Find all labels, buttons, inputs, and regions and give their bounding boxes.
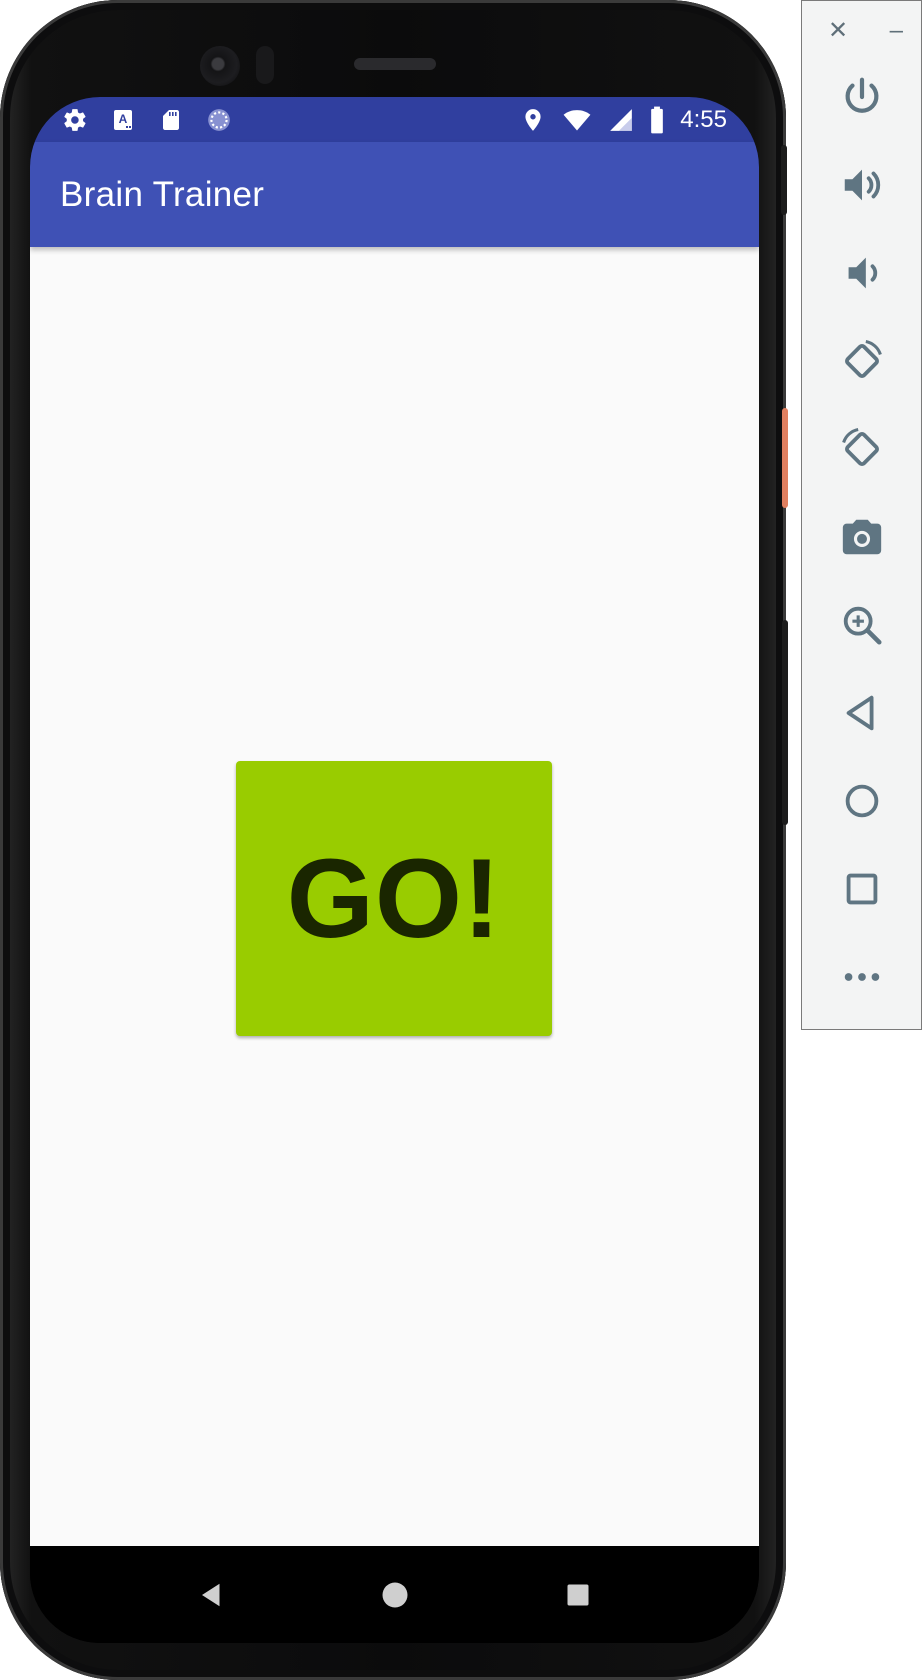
rotate-right-icon (841, 427, 879, 466)
status-left-icons: A (62, 107, 232, 133)
emulator-overview-button[interactable] (802, 859, 921, 919)
screenshot-button[interactable] (802, 507, 921, 567)
wifi-icon (560, 107, 594, 133)
emulator-more-button[interactable] (802, 947, 921, 1007)
home-icon (845, 784, 878, 818)
emulator-toolbar: ✕ – (801, 0, 922, 1030)
app-bar: Brain Trainer (30, 142, 759, 247)
keyboard-a-icon: A (110, 107, 136, 133)
volume-up-button[interactable] (802, 155, 921, 215)
phone-power-button (782, 408, 788, 508)
power-button[interactable] (802, 67, 921, 127)
earpiece-speaker (354, 58, 436, 70)
phone-side-button (781, 145, 787, 215)
gear-icon (62, 107, 88, 133)
back-icon (846, 695, 873, 731)
device-screen: A 4:55 Brain Trainer GO! (30, 97, 759, 1643)
back-icon (201, 1583, 219, 1606)
proximity-sensor (256, 46, 274, 84)
location-pin-icon (520, 107, 546, 133)
home-icon (382, 1582, 407, 1607)
loading-spinner-icon (206, 107, 232, 133)
go-button-label: GO! (286, 836, 502, 961)
rotate-right-button[interactable] (802, 419, 921, 479)
zoom-icon (843, 606, 882, 645)
camera-icon (842, 519, 881, 555)
phone-volume-button (782, 620, 788, 825)
minimize-icon[interactable]: – (890, 19, 903, 43)
close-icon[interactable]: ✕ (828, 19, 848, 43)
nav-home-button[interactable] (373, 1573, 417, 1617)
emulator-window-controls: ✕ – (802, 15, 921, 47)
recents-icon (567, 1584, 588, 1605)
battery-icon (648, 106, 666, 133)
volume-down-icon (848, 257, 877, 289)
zoom-button[interactable] (802, 595, 921, 655)
volume-down-button[interactable] (802, 243, 921, 303)
cell-signal-icon (608, 107, 634, 133)
sd-card-icon (158, 107, 184, 133)
svg-text:A: A (119, 112, 128, 126)
nav-back-button[interactable] (190, 1573, 234, 1617)
emulator-home-button[interactable] (802, 771, 921, 831)
app-title: Brain Trainer (60, 174, 265, 214)
emulator-back-button[interactable] (802, 683, 921, 743)
status-bar: A 4:55 (30, 97, 759, 142)
go-button[interactable]: GO! (236, 761, 552, 1036)
power-icon (845, 77, 878, 113)
volume-up-icon (844, 169, 880, 201)
navigation-bar (30, 1546, 759, 1643)
rotate-left-icon (844, 339, 882, 378)
front-camera (200, 46, 240, 86)
more-icon (844, 973, 879, 981)
status-right-icons: 4:55 (520, 106, 727, 134)
phone-frame: A 4:55 Brain Trainer GO! (0, 0, 788, 1680)
main-content: GO! (30, 247, 759, 1546)
status-time: 4:55 (680, 105, 727, 133)
overview-icon (846, 873, 877, 905)
rotate-left-button[interactable] (802, 331, 921, 391)
nav-recents-button[interactable] (556, 1573, 600, 1617)
